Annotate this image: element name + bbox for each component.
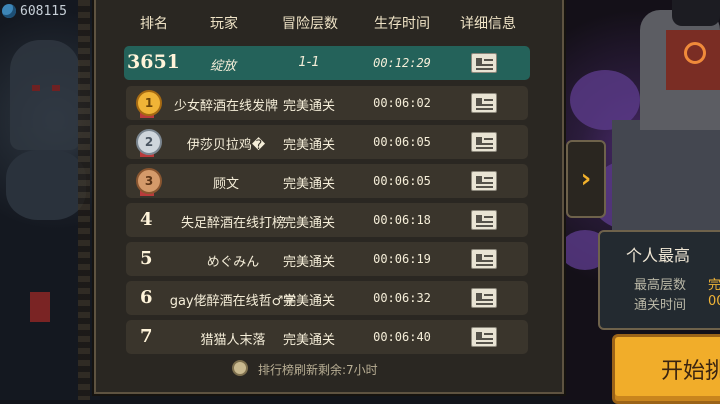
gold-medal-icon: 1: [136, 90, 162, 116]
my-rank: 3651: [127, 51, 180, 73]
header-player: 玩家: [210, 16, 238, 32]
start-button-label: 开始挑: [661, 359, 720, 384]
eye-icon: [684, 42, 706, 64]
survival-time: 00:06:05: [373, 174, 431, 188]
currency-amount: 608115: [20, 3, 67, 19]
floor-value: 完美通关: [282, 255, 336, 270]
floor-value: 完美通关: [282, 138, 336, 153]
leaderboard-panel: 排名 玩家 冒险层数 生存时间 详细信息 3651 绽放 1-1 00:12:2…: [94, 0, 564, 394]
highest-floor-value: 完: [708, 278, 720, 293]
leaderboard-row: 7 猎猫人末落 完美通关 00:06:40: [126, 320, 528, 354]
leaderboard-row: 5 めぐみん 完美通关 00:06:19: [126, 242, 528, 276]
floor-value: 完美通关: [282, 99, 336, 114]
survival-time: 00:06:02: [373, 96, 431, 110]
floor-value: 完美通关: [282, 216, 336, 231]
personal-best-title: 个人最高: [626, 246, 691, 265]
chain-decoration: [78, 0, 90, 400]
detail-card-icon[interactable]: [471, 171, 497, 191]
leaderboard-row: 1 少女醉酒在线发牌 完美通关 00:06:02: [126, 86, 528, 120]
player-name: 猎猫人末落: [200, 333, 266, 348]
leaderboard-row: 2 伊莎贝拉鸡� 完美通关 00:06:05: [126, 125, 528, 159]
gem-icon: [2, 4, 16, 18]
ghost-eye: [32, 85, 40, 91]
floor-value: 完美通关: [282, 333, 336, 348]
start-button[interactable]: 开始挑: [612, 334, 720, 404]
refresh-text: 排行榜刷新剩余:7小时: [258, 363, 378, 377]
expand-arrow-button[interactable]: ›: [566, 140, 606, 218]
player-name: 顾文: [212, 177, 240, 192]
silver-medal-icon: 2: [136, 129, 162, 155]
leaderboard-row: 6 gay佬醉酒在线哲♂学 完美通关 00:06:32: [126, 281, 528, 315]
header-time: 生存时间: [374, 16, 430, 32]
detail-card-icon[interactable]: [471, 93, 497, 113]
detail-card-icon[interactable]: [471, 132, 497, 152]
player-name: 伊莎贝拉鸡�: [186, 138, 266, 153]
my-floor: 1-1: [298, 55, 320, 70]
personal-best-panel: 个人最高 最高层数 完 通关时间 00: [598, 230, 720, 330]
survival-time: 00:06:32: [373, 291, 431, 305]
stone-boss-body: [612, 120, 720, 230]
leaderboard-row: 4 失足醉酒在线打榜 完美通关 00:06:18: [126, 203, 528, 237]
floor-value: 完美通关: [282, 294, 336, 309]
detail-card-icon[interactable]: [471, 288, 497, 308]
my-name: 绽放: [209, 59, 237, 74]
header-details: 详细信息: [460, 16, 516, 32]
survival-time: 00:06:05: [373, 135, 431, 149]
leaderboard-footer: 排行榜刷新剩余:7小时: [96, 358, 562, 380]
rank-number: 6: [140, 287, 153, 308]
ghost-eye: [52, 85, 60, 91]
survival-time: 00:06:18: [373, 213, 431, 227]
stone-boss-hood: [672, 0, 720, 26]
floor-value: 完美通关: [282, 177, 336, 192]
snowman-figure: [6, 150, 86, 220]
detail-card-icon[interactable]: [471, 210, 497, 230]
leaderboard-row: 3 顾文 完美通关 00:06:05: [126, 164, 528, 198]
clock-icon: [232, 360, 248, 376]
my-rank-row: 3651 绽放 1-1 00:12:29: [124, 46, 530, 80]
player-name: めぐみん: [206, 255, 260, 270]
survival-time: 00:06:19: [373, 252, 431, 266]
ghost-figure: [10, 40, 80, 150]
red-object: [30, 292, 50, 322]
header-floor: 冒险层数: [282, 16, 338, 32]
detail-card-icon[interactable]: [471, 327, 497, 347]
detail-card-icon[interactable]: [471, 53, 497, 73]
my-time: 00:12:29: [373, 56, 431, 70]
player-name: gay佬醉酒在线哲♂学: [169, 294, 297, 309]
background-left: 608115: [0, 0, 100, 400]
detail-card-icon[interactable]: [471, 249, 497, 269]
bronze-medal-icon: 3: [136, 168, 162, 194]
highest-floor-label: 最高层数: [634, 278, 687, 293]
rank-number: 4: [140, 209, 153, 230]
chevron-right-icon: ›: [580, 164, 592, 194]
rank-number: 5: [140, 248, 153, 269]
leaderboard-header: 排名 玩家 冒险层数 生存时间 详细信息: [96, 0, 562, 44]
survival-time: 00:06:40: [373, 330, 431, 344]
clear-time-value: 00: [708, 294, 720, 309]
rank-number: 7: [140, 326, 153, 347]
player-name: 失足醉酒在线打榜: [180, 216, 286, 231]
header-rank: 排名: [140, 16, 168, 32]
currency-display: 608115: [2, 2, 67, 20]
player-name: 少女醉酒在线发牌: [173, 99, 279, 114]
clear-time-label: 通关时间: [634, 298, 687, 313]
